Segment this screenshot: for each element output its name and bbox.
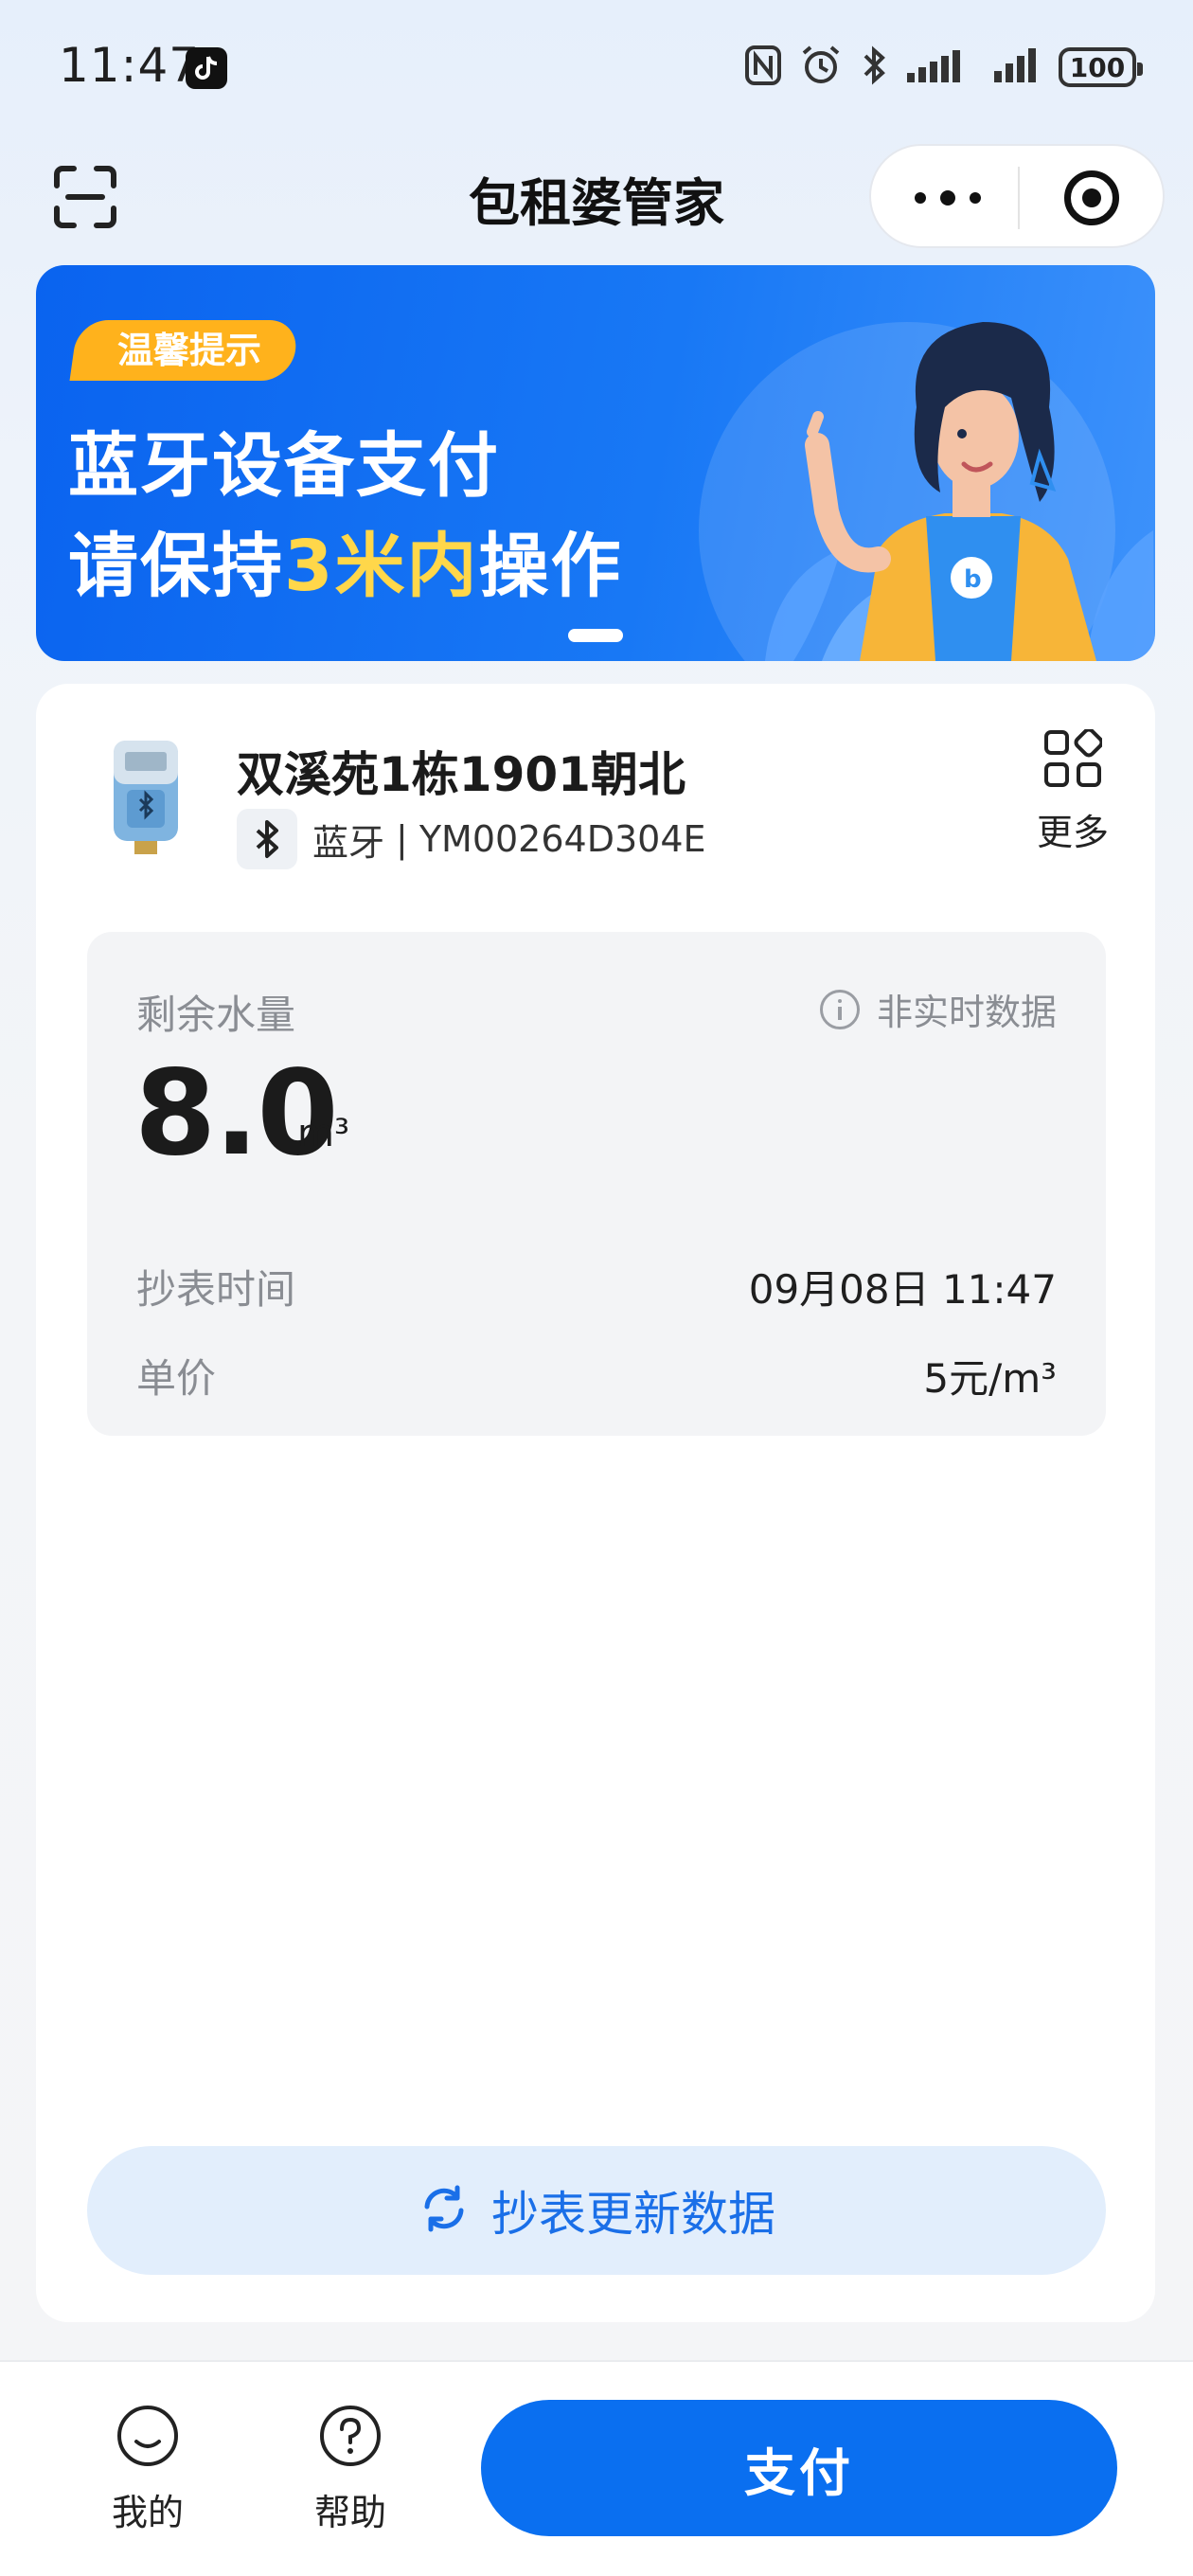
unit-price-label: 单价 [136, 1355, 217, 1402]
capsule-divider [1018, 167, 1020, 229]
bluetooth-chip-icon [237, 809, 297, 869]
navbar: 包租婆管家 [0, 133, 1193, 256]
alarm-icon [799, 44, 843, 91]
pay-button[interactable]: 支付 [481, 2400, 1117, 2536]
status-bar: 11:47 100 [0, 0, 1193, 133]
more-label: 更多 [1036, 812, 1109, 853]
banner-tag-text: 温馨提示 [117, 330, 262, 371]
water-meter-image [108, 735, 184, 858]
remaining-label: 剩余水量 [136, 992, 296, 1038]
refresh-reading-label: 抄表更新数据 [491, 2187, 775, 2242]
more-dots-icon[interactable] [915, 176, 981, 220]
apps-grid-icon [1043, 727, 1104, 788]
tab-help-label: 帮助 [313, 2492, 386, 2533]
device-id: YM00264D304E [418, 818, 706, 860]
remaining-unit: m³ [297, 1112, 349, 1155]
status-icons: 100 [744, 44, 1143, 91]
signal-icon [992, 46, 1042, 88]
carousel-indicator [568, 629, 623, 642]
refresh-icon [418, 2182, 471, 2239]
close-target-icon[interactable] [1064, 170, 1119, 225]
battery-icon: 100 [1059, 47, 1143, 87]
unit-price-value: 5元/m³ [923, 1355, 1057, 1402]
banner-line2-prefix: 请保持 [68, 526, 284, 607]
connection-info: 蓝牙 | YM00264D304E [237, 809, 706, 869]
banner-subheadline: 请保持3米内操作 [68, 510, 623, 611]
tab-mine[interactable]: 我的 [91, 2404, 205, 2536]
read-time-value: 09月08日 11:47 [748, 1266, 1057, 1313]
read-time-label: 抄表时间 [136, 1266, 296, 1313]
device-card: 双溪苑1栋1901朝北 蓝牙 | YM00264D304E 更多 剩余水量 非实… [36, 684, 1155, 2322]
tiktok-icon [186, 47, 227, 89]
nfc-icon [744, 45, 782, 90]
status-time: 11:47 [59, 38, 201, 93]
svg-text:b: b [964, 565, 982, 594]
miniprogram-capsule [869, 144, 1165, 248]
bottom-bar: 我的 帮助 支付 [0, 2360, 1193, 2576]
reading-panel: 剩余水量 非实时数据 8.0 m³ 抄表时间 09月08日 11:47 单价 5… [87, 932, 1106, 1436]
info-icon [819, 989, 860, 1029]
realtime-note[interactable]: 非实时数据 [819, 983, 1057, 1035]
tab-mine-label: 我的 [111, 2492, 184, 2533]
banner-headline: 蓝牙设备支付 [68, 425, 500, 507]
connection-separator: | [396, 818, 408, 860]
realtime-note-text: 非实时数据 [876, 992, 1057, 1033]
help-icon [318, 2404, 383, 2468]
connection-type: 蓝牙 [312, 821, 385, 864]
signal-icon [905, 46, 975, 88]
refresh-reading-button[interactable]: 抄表更新数据 [87, 2146, 1106, 2275]
banner-line2-suffix: 操作 [478, 526, 623, 607]
banner-line2-highlight: 3米内 [284, 526, 479, 607]
smile-icon [116, 2404, 180, 2468]
promo-banner[interactable]: 温馨提示 蓝牙设备支付 请保持3米内操作 b [36, 265, 1155, 661]
more-button[interactable]: 更多 [1021, 727, 1115, 862]
bluetooth-icon [860, 45, 888, 90]
banner-character-illustration: b [737, 265, 1155, 661]
tab-help[interactable]: 帮助 [294, 2404, 407, 2536]
device-name: 双溪苑1栋1901朝北 [237, 747, 686, 802]
banner-tag: 温馨提示 [69, 320, 300, 381]
